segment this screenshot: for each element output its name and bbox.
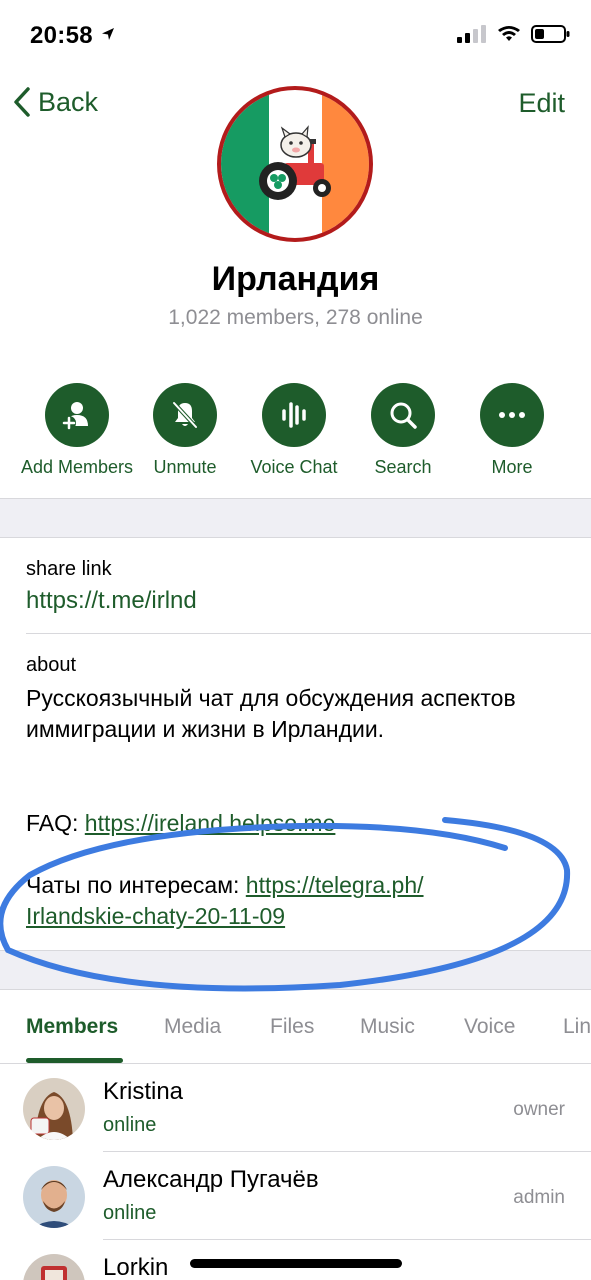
group-avatar[interactable] [216,85,374,243]
tab-links[interactable]: Links [563,1015,591,1039]
member-name: Kristina [103,1078,184,1105]
group-subtitle: 1,022 members, 278 online [168,306,423,329]
member-name: Lorkin [103,1254,169,1280]
chats-line: Чаты по интересам: https://telegra.ph/ [26,872,424,899]
tab-members[interactable]: Members [26,1015,118,1039]
member-status: online [103,1114,157,1136]
share-link[interactable]: https://t.me/irlnd [26,587,197,615]
back-button[interactable]: Back [12,86,98,118]
status-bar: 20:58 [0,0,591,70]
chats-link-part1[interactable]: https://telegra.ph/ [246,872,424,898]
group-title: Ирландия [211,260,380,298]
add-members-circle [45,383,109,447]
cellular-signal-icon [457,25,486,43]
member-status: online [103,1202,157,1224]
member-role: admin [513,1187,565,1208]
info-divider [26,633,591,634]
about-text: Русскоязычный чат для обсуждения аспекто… [26,685,516,742]
group-avatar-image [217,86,373,242]
chevron-left-icon [14,87,30,117]
faq-link[interactable]: https://ireland.helpso.me [85,810,336,836]
member-avatar-image [23,1078,85,1140]
faq-line: FAQ: https://ireland.helpso.me [26,810,335,837]
tab-voice[interactable]: Voice [464,1015,515,1039]
bell-slash-icon [172,401,198,429]
voice-chat-circle [262,383,326,447]
avatar [23,1166,85,1228]
add-member-icon [62,402,88,430]
wifi-icon [498,26,520,41]
avatar [23,1078,85,1140]
status-time: 20:58 [30,22,116,50]
unmute-circle [153,383,217,447]
active-tab-indicator [26,1058,123,1063]
home-indicator [190,1259,402,1268]
status-icons [457,24,571,44]
tab-files[interactable]: Files [270,1015,314,1039]
waveform-icon [282,402,306,428]
battery-icon [531,25,570,43]
action-buttons: Add Members Unmute Voice Chat Search Mor… [0,383,591,483]
more-circle [480,383,544,447]
about-label: about [26,654,77,676]
avatar [23,1254,85,1280]
media-tabs: Members Media Files Music Voice Links [0,990,591,1064]
member-avatar-image [23,1254,85,1280]
location-arrow-icon [101,28,114,40]
chats-line-2: Irlandskie-chaty-20-11-09 [26,903,285,930]
share-link-label: share link [26,558,112,580]
member-avatar-image [23,1166,85,1228]
chats-link-part2[interactable]: Irlandskie-chaty-20-11-09 [26,903,285,929]
status-time-text: 20:58 [30,22,93,49]
more-button[interactable]: More [447,383,577,478]
ellipsis-icon [499,412,525,418]
faq-prefix: FAQ: [26,810,85,836]
section-separator-2 [0,950,591,990]
magnifier-icon [390,402,417,429]
section-separator [0,498,591,538]
member-name: Александр Пугачёв [103,1166,319,1193]
more-label: More [491,457,533,477]
tab-music[interactable]: Music [360,1015,415,1039]
chats-prefix: Чаты по интересам: [26,872,246,898]
edit-button[interactable]: Edit [518,88,565,119]
member-row[interactable]: Александр Пугачёв online admin [0,1152,591,1240]
member-row[interactable]: Kristina online owner [0,1064,591,1152]
tab-media[interactable]: Media [164,1015,221,1039]
member-role: owner [513,1099,565,1120]
info-section: share link https://t.me/irlnd about Русс… [0,538,591,950]
search-circle [371,383,435,447]
back-label: Back [38,86,99,117]
